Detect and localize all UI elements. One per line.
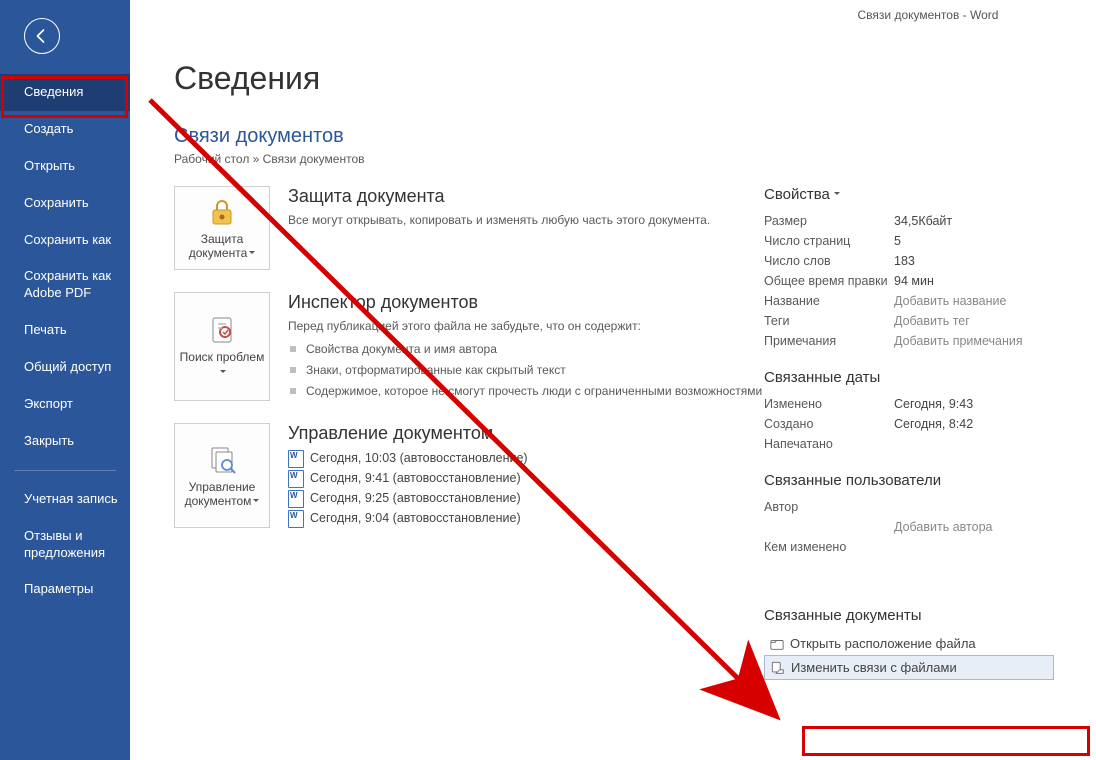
- prop-row-edit-time: Общее время правки94 мин: [764, 271, 1054, 291]
- inspect-section-desc: Перед публикацией этого файла не забудьт…: [288, 317, 764, 335]
- back-arrow-icon: [33, 27, 51, 45]
- inspect-icon: [206, 314, 238, 346]
- prop-row-size: Размер34,5Кбайт: [764, 211, 1054, 231]
- sidebar-item-saveas-pdf[interactable]: Сохранить как Adobe PDF: [0, 258, 130, 312]
- sidebar-item-close[interactable]: Закрыть: [0, 423, 130, 460]
- sidebar-item-print[interactable]: Печать: [0, 312, 130, 349]
- check-button-label: Поиск проблем: [179, 350, 265, 379]
- prop-row-tags: ТегиДобавить тег: [764, 311, 1054, 331]
- protect-section-desc: Все могут открывать, копировать и изменя…: [288, 211, 764, 229]
- sidebar-item-options[interactable]: Параметры: [0, 571, 130, 608]
- version-item[interactable]: Сегодня, 9:25 (автовосстановление): [288, 488, 764, 508]
- properties-header[interactable]: Свойства: [764, 186, 1054, 203]
- add-author-row: Добавить автора: [764, 517, 1054, 537]
- file-menu-sidebar: Сведения Создать Открыть Сохранить Сохра…: [0, 0, 130, 760]
- inspect-bullet: Содержимое, которое не смогут прочесть л…: [288, 381, 764, 402]
- protect-button-label: Защита документа: [179, 232, 265, 261]
- manage-icon: [206, 444, 238, 476]
- inspect-bullet: Свойства документа и имя автора: [288, 339, 764, 360]
- check-issues-button[interactable]: Поиск проблем: [174, 292, 270, 401]
- prop-row-pages: Число страниц5: [764, 231, 1054, 251]
- prop-row-title: НазваниеДобавить название: [764, 291, 1054, 311]
- inspect-bullets: Свойства документа и имя автора Знаки, о…: [288, 339, 764, 401]
- main-panel: Сведения Связи документов Рабочий стол »…: [130, 0, 1096, 760]
- manage-section-title: Управление документом: [288, 423, 764, 444]
- inspect-bullet: Знаки, отформатированные как скрытый тек…: [288, 360, 764, 381]
- sidebar-item-account[interactable]: Учетная запись: [0, 481, 130, 518]
- breadcrumb: Рабочий стол » Связи документов: [174, 152, 1096, 166]
- sidebar-item-share[interactable]: Общий доступ: [0, 349, 130, 386]
- inspect-section-title: Инспектор документов: [288, 292, 764, 313]
- document-title[interactable]: Связи документов: [174, 125, 1096, 148]
- manage-button-label: Управление документом: [179, 480, 265, 509]
- related-dates-header: Связанные даты: [764, 369, 1054, 386]
- sidebar-item-export[interactable]: Экспорт: [0, 386, 130, 423]
- back-button[interactable]: [24, 18, 60, 54]
- folder-icon: [770, 637, 784, 651]
- date-row-printed: Напечатано: [764, 434, 1054, 454]
- open-file-location-link[interactable]: Открыть расположение файла: [764, 632, 1054, 655]
- links-icon: [771, 661, 785, 675]
- sidebar-item-info[interactable]: Сведения: [0, 74, 130, 111]
- sidebar-separator: [14, 470, 116, 471]
- related-users-header: Связанные пользователи: [764, 472, 1054, 489]
- related-documents-header: Связанные документы: [764, 607, 1054, 624]
- modified-by-row: Кем изменено: [764, 537, 1054, 557]
- sidebar-item-saveas[interactable]: Сохранить как: [0, 222, 130, 259]
- prop-row-words: Число слов183: [764, 251, 1054, 271]
- document-versions-list: Сегодня, 10:03 (автовосстановление) Сего…: [288, 448, 764, 528]
- edit-file-links-link[interactable]: Изменить связи с файлами: [764, 655, 1054, 680]
- prop-row-comments: ПримечанияДобавить примечания: [764, 331, 1054, 351]
- sidebar-item-feedback[interactable]: Отзывы и предложения: [0, 518, 130, 572]
- protect-document-button[interactable]: Защита документа: [174, 186, 270, 270]
- lock-icon: [206, 196, 238, 228]
- page-title: Сведения: [174, 60, 1096, 97]
- date-row-created: СозданоСегодня, 8:42: [764, 414, 1054, 434]
- date-row-modified: ИзмененоСегодня, 9:43: [764, 394, 1054, 414]
- version-item[interactable]: Сегодня, 9:41 (автовосстановление): [288, 468, 764, 488]
- protect-section-title: Защита документа: [288, 186, 764, 207]
- author-row: Автор: [764, 497, 1054, 517]
- version-item[interactable]: Сегодня, 9:04 (автовосстановление): [288, 508, 764, 528]
- sidebar-item-save[interactable]: Сохранить: [0, 185, 130, 222]
- sidebar-item-open[interactable]: Открыть: [0, 148, 130, 185]
- version-item[interactable]: Сегодня, 10:03 (автовосстановление): [288, 448, 764, 468]
- sidebar-item-new[interactable]: Создать: [0, 111, 130, 148]
- manage-document-button[interactable]: Управление документом: [174, 423, 270, 528]
